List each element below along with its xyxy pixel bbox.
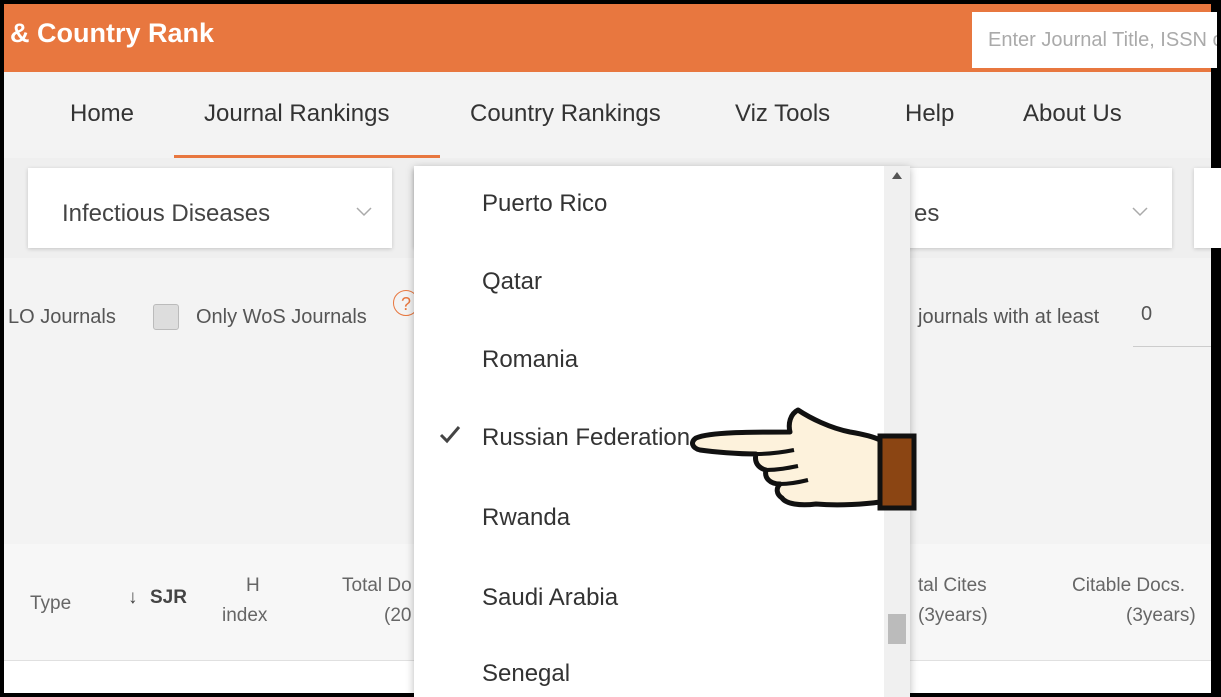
- col-citable-docs-line2[interactable]: (3years): [1126, 604, 1196, 628]
- nav-journal-rankings[interactable]: Journal Rankings: [204, 100, 389, 128]
- nav-country-rankings[interactable]: Country Rankings: [470, 100, 661, 128]
- nav-help[interactable]: Help: [905, 100, 954, 128]
- col-total-cites-line1[interactable]: tal Cites: [918, 574, 987, 598]
- min-cites-input[interactable]: 0: [1133, 303, 1211, 347]
- col-h-index-line1[interactable]: H: [246, 574, 260, 598]
- country-option-label: Puerto Rico: [482, 190, 608, 217]
- nav-about-us[interactable]: About Us: [1023, 100, 1122, 128]
- country-option-qatar[interactable]: Qatar: [414, 246, 884, 324]
- country-option-puerto-rico[interactable]: Puerto Rico: [414, 168, 884, 246]
- top-bar: & Country Rank Enter Journal Title, ISSN…: [4, 4, 1217, 72]
- scielo-label: LO Journals: [8, 306, 116, 328]
- wos-checkbox[interactable]: [153, 304, 179, 330]
- year-dropdown[interactable]: [1194, 168, 1221, 248]
- scroll-up-arrow-icon[interactable]: [892, 172, 902, 179]
- search-input[interactable]: Enter Journal Title, ISSN or Publisher N…: [972, 12, 1217, 68]
- country-option-label: Rwanda: [482, 504, 571, 531]
- col-total-docs-line2[interactable]: (20: [384, 604, 411, 628]
- wos-label: Only WoS Journals: [196, 306, 367, 328]
- country-option-senegal[interactable]: Senegal: [414, 638, 884, 697]
- nav-home[interactable]: Home: [70, 100, 134, 128]
- country-option-label: Qatar: [482, 268, 543, 295]
- scrollbar-thumb[interactable]: [888, 614, 906, 644]
- category-dropdown[interactable]: Infectious Diseases: [28, 168, 392, 248]
- check-icon: [438, 420, 462, 454]
- country-option-label: Romania: [482, 346, 579, 373]
- pointing-hand-icon: [690, 388, 920, 519]
- col-sjr[interactable]: SJR: [150, 586, 187, 610]
- col-h-index-line2[interactable]: index: [222, 604, 267, 628]
- col-type[interactable]: Type: [30, 592, 71, 616]
- country-option-label: Senegal: [482, 660, 571, 687]
- chevron-down-icon: [1132, 196, 1148, 224]
- nav-viz-tools[interactable]: Viz Tools: [735, 100, 830, 128]
- col-total-docs-line1[interactable]: Total Do: [342, 574, 412, 598]
- site-brand[interactable]: & Country Rank: [10, 18, 214, 49]
- category-value: Infectious Diseases: [62, 200, 271, 227]
- main-nav: Home Journal Rankings Country Rankings V…: [4, 72, 1211, 159]
- min-cites-label: journals with at least: [918, 306, 1100, 328]
- country-option-label: Russian Federation: [482, 424, 691, 451]
- chevron-down-icon: [356, 196, 372, 224]
- country-option-label: Saudi Arabia: [482, 584, 619, 611]
- col-citable-docs-line1[interactable]: Citable Docs.: [1072, 574, 1185, 598]
- col-total-cites-line2[interactable]: (3years): [918, 604, 988, 628]
- type-value-partial: es: [914, 200, 940, 227]
- country-option-saudi-arabia[interactable]: Saudi Arabia: [414, 562, 884, 640]
- sort-arrow-icon[interactable]: ↓: [128, 586, 138, 610]
